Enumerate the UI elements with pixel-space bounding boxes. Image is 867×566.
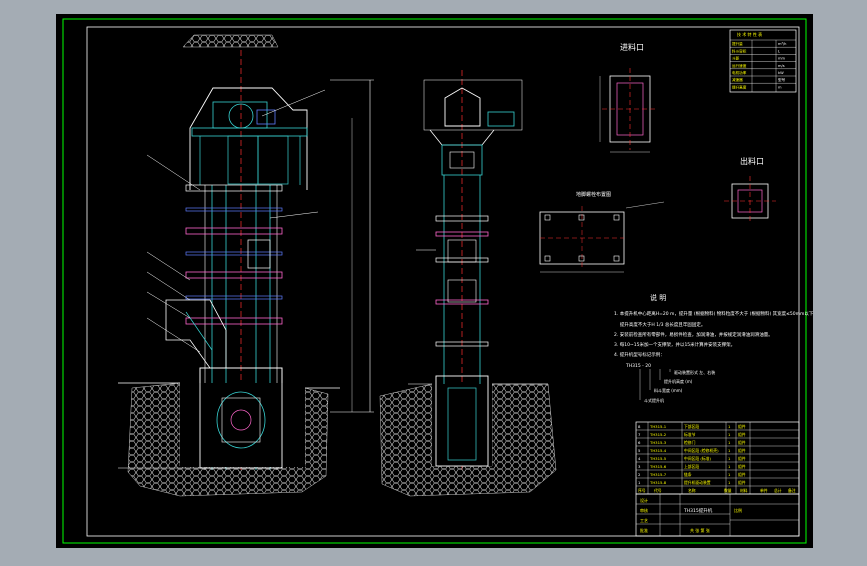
note-line-5: 4. 提升机型号标记示例： <box>614 351 665 358</box>
parts-header-cell: 名称 <box>688 488 696 493</box>
part-code: TH315-1 <box>649 424 667 429</box>
sheet-label: 共 张 第 张 <box>690 527 710 533</box>
spec-unit: m³/h <box>778 42 786 46</box>
part-name: 上部区段 <box>684 464 699 469</box>
spec-param: 提升量 <box>732 41 743 46</box>
note-line-2: 提升高度不大于H 1/3 总长度且牢固固定。 <box>614 321 705 328</box>
part-mat: 组件 <box>738 448 746 453</box>
spec-unit: kW <box>778 71 784 75</box>
top-ground-hatch <box>182 34 279 48</box>
part-code: TH315-7 <box>649 472 667 477</box>
note-line-1: 1. 本提升机中心距离H=20 m，提升量 (根据物料) 物料粒度不大于 (根据… <box>614 310 814 317</box>
feed-port-title: 进料口 <box>620 42 644 52</box>
discharge-port-title: 出料口 <box>740 156 764 166</box>
parts-header-cell: 代号 <box>654 488 662 493</box>
part-mat: 组件 <box>738 464 746 469</box>
title-label-design: 设计 <box>640 497 648 503</box>
spec-unit: mm <box>778 57 786 61</box>
parts-header-cell: 总计 <box>774 488 782 493</box>
part-mat: 组件 <box>738 424 746 429</box>
part-mat: 组件 <box>738 440 746 445</box>
part-name: 标准节 <box>684 432 696 437</box>
model-callout-3: 料斗宽度 (mm) <box>654 387 683 393</box>
part-code: TH315-6 <box>649 464 667 469</box>
part-code: TH315-5 <box>649 456 667 461</box>
note-line-3: 2. 安装前检查所有零部件，易损件检查，加润滑油，并按规定润滑油润滑油量。 <box>614 331 773 338</box>
foundation-title: 地脚螺栓布置图 <box>576 191 611 198</box>
model-callout-1: 驱动装置形式 左、右装 <box>674 369 715 375</box>
cad-drawing: 进料口 出料口 地脚螺栓布置图 说 明 1. 本提升机中心距离H=20 m，提升… <box>56 14 814 548</box>
part-code: TH315-2 <box>649 432 667 437</box>
spec-table-title: 技 术 特 性 表 <box>737 31 762 37</box>
spec-param: 料斗容积 <box>732 48 747 53</box>
spec-param: 提升高度 <box>732 84 747 89</box>
part-mat: 组件 <box>738 472 746 477</box>
spec-unit: m <box>778 85 782 89</box>
part-name: 中间区段 (检修机壳) <box>684 448 719 453</box>
part-name: 检修门 <box>684 440 696 445</box>
parts-header-cell: 数量 <box>724 488 732 493</box>
title-label-process: 工艺 <box>640 518 648 523</box>
part-mat: 组件 <box>738 480 746 485</box>
scale-label: 比例 <box>734 507 742 513</box>
cad-viewport: 进料口 出料口 地脚螺栓布置图 说 明 1. 本提升机中心距离H=20 m，提升… <box>0 0 867 562</box>
spec-unit: m/s <box>778 64 785 68</box>
parts-header-cell: 材料 <box>740 488 748 493</box>
model-callout-4: 斗式提升机 <box>644 397 664 403</box>
part-name: 提升机驱动装置 <box>684 480 711 485</box>
part-code: TH315-3 <box>649 440 667 445</box>
part-mat: 组件 <box>738 432 746 437</box>
parts-header-cell: 序号 <box>638 488 646 493</box>
part-name: 下部区段 <box>684 424 699 429</box>
spec-param: 减速器 <box>732 77 743 82</box>
note-line-4: 3. 每10~15米加一个支撑架，并以15米计算并安装支撑架。 <box>614 341 735 348</box>
part-name: 中间区段 (标准) <box>684 456 711 461</box>
title-label-approve: 批准 <box>640 527 648 533</box>
spec-param: 斗距 <box>732 56 740 61</box>
parts-header-cell: 单件 <box>760 488 768 493</box>
drawing-name: TH315提升机 <box>683 507 713 514</box>
spec-param: 运行速度 <box>732 63 747 68</box>
part-code: TH315-8 <box>649 480 667 485</box>
spec-unit: 型号 <box>778 77 786 82</box>
notes-heading: 说 明 <box>650 293 666 302</box>
title-label-review: 审核 <box>640 507 648 513</box>
parts-header-cell: 备注 <box>788 488 796 493</box>
part-code: TH315-4 <box>649 448 667 453</box>
part-name: 链条 <box>684 472 692 477</box>
model-callout-2: 提升机高度 (m) <box>664 378 693 384</box>
part-mat: 组件 <box>738 456 746 461</box>
spec-unit: L <box>778 49 780 53</box>
spec-param: 电机功率 <box>732 70 747 75</box>
model-code: TH315 - 20 <box>625 363 651 369</box>
